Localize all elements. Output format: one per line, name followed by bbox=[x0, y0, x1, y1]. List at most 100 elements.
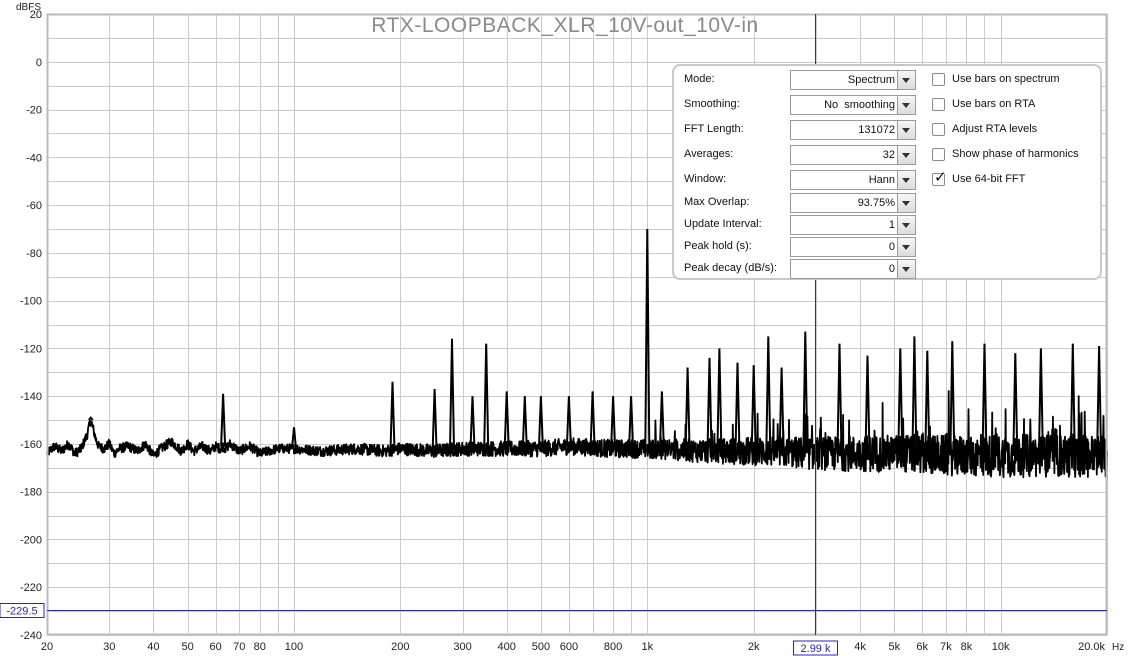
y-tick-label: 0 bbox=[36, 57, 42, 69]
y-tick-label: -140 bbox=[20, 391, 42, 403]
show-phase-of-harmonics-checkbox[interactable]: Show phase of harmonics bbox=[930, 147, 1100, 165]
chevron-down-icon[interactable] bbox=[897, 216, 915, 234]
chevron-down-icon[interactable] bbox=[897, 96, 915, 114]
x-tick-label: 800 bbox=[604, 641, 622, 653]
chevron-down-icon[interactable] bbox=[897, 121, 915, 139]
checkbox-icon[interactable] bbox=[932, 148, 945, 161]
checkbox-icon[interactable] bbox=[932, 123, 945, 136]
max-overlap-row: Max Overlap: 93.75% bbox=[682, 193, 916, 213]
adjust-rta-levels-label: Adjust RTA levels bbox=[952, 123, 1038, 135]
use-bars-on-spectrum-label: Use bars on spectrum bbox=[952, 73, 1060, 85]
y-tick-label: -100 bbox=[20, 296, 42, 308]
mode-select[interactable]: Spectrum bbox=[790, 70, 916, 90]
use-bars-on-rta-label: Use bars on RTA bbox=[952, 98, 1036, 110]
y-tick-label: -220 bbox=[20, 582, 42, 594]
smoothing-value: No smoothing bbox=[824, 99, 895, 111]
x-tick-label: 10k bbox=[992, 641, 1010, 653]
adjust-rta-levels-checkbox[interactable]: Adjust RTA levels bbox=[930, 122, 1100, 140]
x-tick-label: 100 bbox=[285, 641, 303, 653]
peak-decay-select[interactable]: 0 bbox=[790, 259, 916, 279]
use-bars-on-spectrum-checkbox[interactable]: Use bars on spectrum bbox=[930, 72, 1100, 90]
y-tick-label: -120 bbox=[20, 343, 42, 355]
mode-label: Mode: bbox=[684, 73, 715, 85]
peak-decay-label: Peak decay (dB/s): bbox=[684, 262, 777, 274]
chart-title: RTX-LOOPBACK_XLR_10V-out_10V-in bbox=[371, 14, 758, 37]
chevron-down-icon[interactable] bbox=[897, 260, 915, 278]
checkbox-icon[interactable] bbox=[932, 73, 945, 86]
x-tick-label: 4k bbox=[854, 641, 866, 653]
update-interval-value: 1 bbox=[888, 219, 895, 231]
x-tick-label: 6k bbox=[916, 641, 928, 653]
x-tick-label: 8k bbox=[961, 641, 973, 653]
smoothing-label: Smoothing: bbox=[684, 98, 740, 110]
chevron-down-icon[interactable] bbox=[897, 194, 915, 212]
x-tick-label: 40 bbox=[147, 641, 159, 653]
chevron-down-icon[interactable] bbox=[897, 171, 915, 189]
y-tick-label: -40 bbox=[26, 152, 42, 164]
x-tick-label: 20 bbox=[41, 641, 53, 653]
window-label: Window: bbox=[684, 173, 727, 185]
smoothing-row: Smoothing: No smoothing bbox=[682, 95, 916, 115]
update-interval-select[interactable]: 1 bbox=[790, 215, 916, 235]
peak-hold-label: Peak hold (s): bbox=[684, 240, 752, 252]
fft-length-row: FFT Length: 131072 bbox=[682, 120, 916, 140]
y-tick-label: -60 bbox=[26, 200, 42, 212]
chevron-down-icon[interactable] bbox=[897, 238, 915, 256]
y-tick-label: -20 bbox=[26, 105, 42, 117]
fft-length-label: FFT Length: bbox=[684, 123, 744, 135]
x-tick-label: 500 bbox=[532, 641, 550, 653]
x-tick-label: 1k bbox=[641, 641, 653, 653]
x-tick-label: 600 bbox=[560, 641, 578, 653]
cursor-y-readout: -229.5 bbox=[6, 606, 37, 618]
update-interval-label: Update Interval: bbox=[684, 218, 762, 230]
x-tick-label: 400 bbox=[498, 641, 516, 653]
averages-value: 32 bbox=[882, 149, 895, 161]
peak-hold-select[interactable]: 0 bbox=[790, 237, 916, 257]
x-tick-label: 80 bbox=[254, 641, 266, 653]
max-overlap-select[interactable]: 93.75% bbox=[790, 193, 916, 213]
averages-label: Averages: bbox=[684, 148, 734, 160]
show-phase-of-harmonics-label: Show phase of harmonics bbox=[952, 148, 1079, 160]
smoothing-select[interactable]: No smoothing bbox=[790, 95, 916, 115]
x-tick-label: 5k bbox=[888, 641, 900, 653]
averages-row: Averages: 32 bbox=[682, 145, 916, 165]
max-overlap-label: Max Overlap: bbox=[684, 196, 750, 208]
x-tick-label: 200 bbox=[391, 641, 409, 653]
use-64-bit-fft-checkbox[interactable]: ✓ Use 64-bit FFT bbox=[930, 169, 1100, 190]
peak-decay-value: 0 bbox=[888, 263, 895, 275]
chevron-down-icon[interactable] bbox=[897, 146, 915, 164]
update-interval-row: Update Interval: 1 bbox=[682, 215, 916, 235]
peak-hold-value: 0 bbox=[888, 241, 895, 253]
x-tick-label: 2k bbox=[748, 641, 760, 653]
use-64-bit-fft-label: Use 64-bit FFT bbox=[952, 173, 1026, 185]
x-axis-unit: Hz bbox=[1112, 642, 1124, 653]
checkbox-icon[interactable]: ✓ bbox=[932, 169, 947, 186]
y-tick-label: -80 bbox=[26, 248, 42, 260]
checkmark-icon: ✓ bbox=[934, 169, 947, 186]
x-tick-label: 70 bbox=[233, 641, 245, 653]
controls-panel: Mode: Spectrum Smoothing: No smoothing F… bbox=[672, 64, 1102, 280]
x-tick-label: 300 bbox=[453, 641, 471, 653]
x-tick-label: 30 bbox=[103, 641, 115, 653]
y-tick-label: -240 bbox=[20, 630, 42, 642]
checkbox-icon[interactable] bbox=[932, 98, 945, 111]
fft-length-select[interactable]: 131072 bbox=[790, 120, 916, 140]
x-tick-label: 7k bbox=[940, 641, 952, 653]
x-tick-label: 20.0k bbox=[1078, 641, 1105, 653]
peak-decay-row: Peak decay (dB/s): 0 bbox=[682, 259, 916, 279]
mode-value: Spectrum bbox=[847, 74, 895, 86]
use-bars-on-rta-checkbox[interactable]: Use bars on RTA bbox=[930, 97, 1100, 115]
window-select[interactable]: Hann bbox=[790, 170, 916, 190]
window-value: Hann bbox=[868, 174, 895, 186]
y-tick-label: -180 bbox=[20, 487, 42, 499]
x-tick-label: 50 bbox=[181, 641, 193, 653]
averages-select[interactable]: 32 bbox=[790, 145, 916, 165]
y-tick-label: -200 bbox=[20, 534, 42, 546]
cursor-x-readout: 2.99 k bbox=[801, 643, 831, 655]
window-row: Window: Hann bbox=[682, 170, 916, 190]
peak-hold-row: Peak hold (s): 0 bbox=[682, 237, 916, 257]
mode-row: Mode: Spectrum bbox=[682, 70, 916, 90]
chevron-down-icon[interactable] bbox=[897, 71, 915, 89]
y-axis-unit: dBFS bbox=[16, 2, 41, 13]
fft-length-value: 131072 bbox=[858, 124, 895, 136]
